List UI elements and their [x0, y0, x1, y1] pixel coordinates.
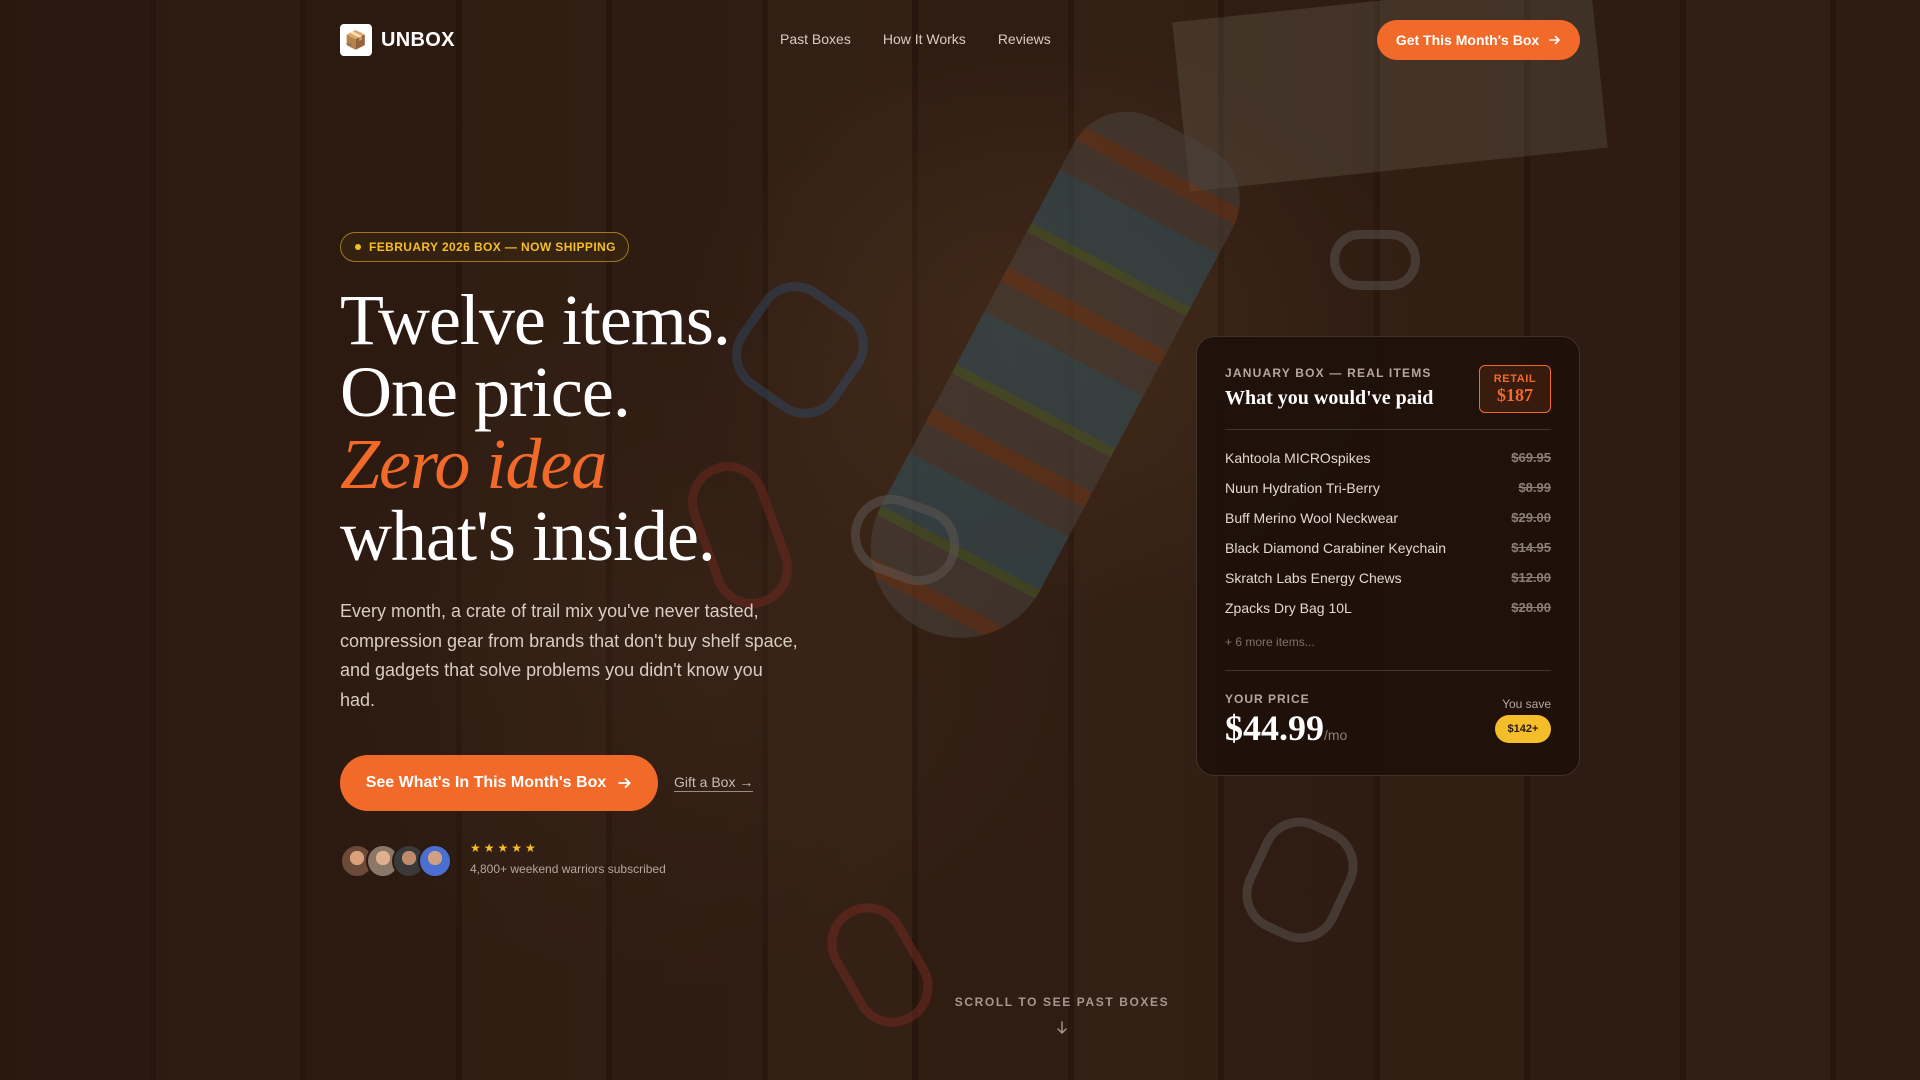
status-dot-icon	[355, 244, 361, 250]
brand-logo[interactable]: 📦 UNBOX	[340, 24, 455, 56]
list-item: Zpacks Dry Bag 10L $28.00	[1225, 600, 1551, 630]
divider	[1225, 429, 1551, 430]
avatar	[418, 844, 452, 878]
subscriber-count: 4,800+ weekend warriors subscribed	[470, 862, 666, 876]
item-price: $29.00	[1511, 510, 1551, 525]
shipping-badge: FEBRUARY 2026 BOX — NOW SHIPPING	[340, 232, 629, 262]
headline-line-1: Twelve items.	[340, 280, 731, 360]
see-this-months-box-label: See What's In This Month's Box	[365, 774, 607, 791]
scroll-hint[interactable]: SCROLL TO SEE PAST BOXES	[900, 995, 1224, 1009]
subscriber-avatars	[340, 844, 452, 878]
item-list: Kahtoola MICROspikes $69.95 Nuun Hydratio…	[1225, 450, 1551, 630]
nav-link-reviews[interactable]: Reviews	[998, 31, 1051, 47]
item-name: Black Diamond Carabiner Keychain	[1225, 540, 1446, 556]
item-name: Skratch Labs Energy Chews	[1225, 570, 1402, 586]
divider	[1225, 670, 1551, 671]
list-item: Kahtoola MICROspikes $69.95	[1225, 450, 1551, 480]
retail-badge: RETAIL $187	[1479, 365, 1551, 413]
your-price-label: YOUR PRICE	[1225, 692, 1310, 706]
nav-link-past-boxes[interactable]: Past Boxes	[780, 31, 851, 47]
hero-headline: Twelve items. One price. Zero idea what'…	[340, 284, 1100, 572]
item-name: Zpacks Dry Bag 10L	[1225, 600, 1352, 616]
brand-name: UNBOX	[381, 28, 455, 51]
item-name: Buff Merino Wool Neckwear	[1225, 510, 1398, 526]
item-price: $28.00	[1511, 600, 1551, 615]
arrow-right-icon	[618, 777, 631, 789]
get-box-button-label: Get This Month's Box	[1395, 32, 1540, 48]
more-items-note: + 6 more items...	[1225, 635, 1315, 649]
gift-a-box-link[interactable]: Gift a Box →	[674, 774, 754, 792]
savings-badge: $142+	[1495, 715, 1551, 743]
card-eyebrow: JANUARY BOX — REAL ITEMS	[1225, 366, 1432, 380]
list-item: Buff Merino Wool Neckwear $29.00	[1225, 510, 1551, 540]
get-box-button[interactable]: Get This Month's Box	[1377, 20, 1580, 60]
see-this-months-box-button[interactable]: See What's In This Month's Box	[340, 755, 658, 811]
rating-stars: ★★★★★	[470, 841, 539, 855]
your-price-value: $44.99	[1225, 708, 1324, 748]
site-header: 📦 UNBOX Past Boxes How It Works Reviews …	[0, 0, 1920, 80]
item-price: $14.95	[1511, 540, 1551, 555]
headline-line-4: what's inside.	[340, 496, 716, 576]
list-item: Black Diamond Carabiner Keychain $14.95	[1225, 540, 1551, 570]
headline-line-3-accent: Zero idea	[340, 424, 607, 504]
arrow-right-icon	[1549, 35, 1560, 45]
you-save-label: You save	[1502, 697, 1551, 711]
list-item: Nuun Hydration Tri-Berry $8.99	[1225, 480, 1551, 510]
shipping-badge-text: FEBRUARY 2026 BOX — NOW SHIPPING	[369, 240, 616, 254]
list-item: Skratch Labs Energy Chews $12.00	[1225, 570, 1551, 600]
main-nav: Past Boxes How It Works Reviews	[780, 31, 1051, 47]
box-logo-icon: 📦	[340, 24, 372, 56]
item-price: $8.99	[1518, 480, 1551, 495]
item-name: Nuun Hydration Tri-Berry	[1225, 480, 1380, 496]
headline-line-2: One price.	[340, 352, 631, 432]
your-price: $44.99/mo	[1225, 707, 1347, 749]
card-title: What you would've paid	[1225, 387, 1434, 409]
arrow-down-icon[interactable]	[1054, 1020, 1070, 1036]
nav-link-how-it-works[interactable]: How It Works	[883, 31, 966, 47]
item-price: $12.00	[1511, 570, 1551, 585]
retail-label: RETAIL	[1493, 373, 1537, 385]
retail-value: $187	[1497, 385, 1533, 405]
item-price: $69.95	[1511, 450, 1551, 465]
item-name: Kahtoola MICROspikes	[1225, 450, 1371, 466]
hero-description: Every month, a crate of trail mix you've…	[340, 601, 798, 710]
value-comparison-card: JANUARY BOX — REAL ITEMS What you would'…	[1196, 336, 1580, 776]
price-period: /mo	[1324, 727, 1348, 743]
